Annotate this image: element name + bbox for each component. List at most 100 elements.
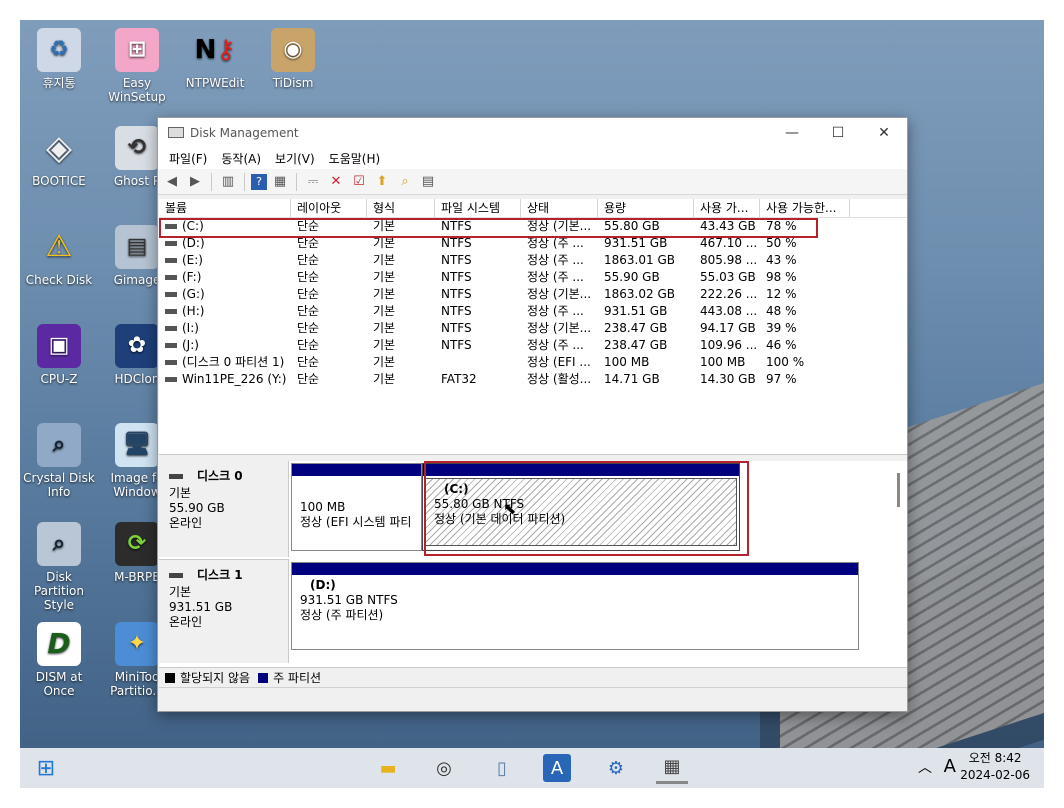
- table-cell: 94.17 GB: [700, 321, 756, 335]
- taskbar-app-a[interactable]: A: [543, 754, 571, 782]
- up-folder-icon[interactable]: ⬆: [372, 172, 392, 192]
- scrollbar-thumb[interactable]: [897, 473, 900, 507]
- table-cell: 109.96 ...: [700, 338, 758, 352]
- disk-0-label[interactable]: 디스크 0 기본 55.90 GB 온라인: [159, 461, 289, 557]
- taskbar-file-explorer[interactable]: ▬: [372, 752, 404, 784]
- forward-arrow-icon[interactable]: ▶: [185, 172, 205, 192]
- menu-help[interactable]: 도움말(H): [322, 150, 388, 167]
- menu-view[interactable]: 보기(V): [268, 150, 322, 167]
- table-row[interactable]: (E:) 단순 기본 NTFS 정상 (주 ... 1863.01 GB 805.98 ..…: [159, 252, 907, 269]
- column-header-capacity[interactable]: 용량: [598, 199, 694, 217]
- primary-swatch: [258, 672, 269, 683]
- partition-efi[interactable]: 100 MB 정상 (EFI 시스템 파티: [291, 463, 422, 551]
- desktop-icon-bootice[interactable]: ◈ BOOTICE: [20, 126, 98, 188]
- table-row[interactable]: Win11PE_226 (Y:) 단순 기본 FAT32 정상 (활성... 14.71 …: [159, 371, 907, 388]
- disk-icon: [169, 573, 183, 578]
- table-cell: 100 %: [766, 355, 805, 369]
- disk-graphical-view: 디스크 0 기본 55.90 GB 온라인 100 MB 정상 (EFI 시스템…: [159, 461, 907, 667]
- table-row[interactable]: (G:) 단순 기본 NTFS 정상 (기본... 1863.02 GB 222.26 ..…: [159, 286, 907, 303]
- desktop-icon-cpu-z[interactable]: ▣ CPU-Z: [20, 324, 98, 386]
- table-cell: 55.90 GB: [604, 270, 660, 284]
- column-header-type[interactable]: 형식: [367, 199, 435, 217]
- gear-icon: ⚙: [607, 757, 625, 779]
- column-header-status[interactable]: 상태: [521, 199, 598, 217]
- table-cell: 정상 (주 ...: [527, 304, 584, 318]
- table-cell: 100 MB: [604, 355, 650, 369]
- table-cell: 단순: [297, 338, 320, 352]
- column-header-free-space[interactable]: 사용 가...: [694, 199, 760, 217]
- properties-pane-icon[interactable]: ▦: [270, 172, 290, 192]
- windows-logo-icon: ⊞: [115, 28, 159, 72]
- settings-pane-icon[interactable]: ▤: [418, 172, 438, 192]
- disk-management-window: Disk Management — ☐ ✕ 파일(F) 동작(A) 보기(V) …: [157, 117, 908, 712]
- table-cell: 단순: [297, 372, 320, 386]
- green-drive-icon: ⟳: [115, 522, 159, 566]
- legend-primary: 주 파티션: [273, 671, 322, 685]
- menu-action[interactable]: 동작(A): [214, 150, 268, 167]
- column-header-percent-free[interactable]: 사용 가능한...: [760, 199, 850, 217]
- disk-management-icon: [168, 127, 184, 138]
- close-button[interactable]: ✕: [861, 118, 907, 147]
- search-folder-icon[interactable]: ⌕: [395, 172, 415, 192]
- table-cell: 정상 (기본...: [527, 287, 592, 301]
- desktop-icon-crystal-disk-info[interactable]: ⌕ Crystal Disk Info: [20, 423, 98, 499]
- table-cell: (G:): [159, 286, 291, 303]
- taskbar-disk-management[interactable]: ▦: [656, 752, 688, 784]
- table-cell: FAT32: [441, 372, 477, 386]
- table-row[interactable]: (F:) 단순 기본 NTFS 정상 (주 ... 55.90 GB 55.03 GB 98 …: [159, 269, 907, 286]
- desktop-icon-dism-at-once[interactable]: D DISM at Once: [20, 622, 98, 698]
- warning-drive-icon: ⚠: [45, 229, 73, 264]
- partition-d[interactable]: (D:) 931.51 GB NTFS 정상 (주 파티션): [291, 562, 859, 650]
- table-cell: 238.47 GB: [604, 338, 668, 352]
- volume-icon: [165, 292, 177, 297]
- table-cell: 97 %: [766, 372, 797, 386]
- ime-indicator[interactable]: A: [944, 756, 956, 777]
- toolbar: ◀ ▶ ▥ ? ▦ ⎓ ✕ ☑ ⬆ ⌕ ▤: [158, 169, 907, 195]
- desktop-icon-tidism[interactable]: ◉ TiDism: [254, 28, 332, 90]
- table-cell: 931.51 GB: [604, 304, 668, 318]
- table-row[interactable]: (디스크 0 파티션 1) 단순 기본 정상 (EFI ... 100 MB 100 MB…: [159, 354, 907, 371]
- computer-icon: 🖥: [115, 423, 159, 467]
- table-row[interactable]: (I:) 단순 기본 NTFS 정상 (기본... 238.47 GB 94.17 GB 39…: [159, 320, 907, 337]
- selected-volume-highlight: [159, 218, 818, 238]
- desktop-icon-recycle-bin[interactable]: ♻ 휴지통: [20, 28, 98, 90]
- show-hide-tree-icon[interactable]: ▥: [218, 172, 238, 192]
- mouse-cursor-icon: ⬉: [503, 499, 517, 518]
- taskbar-app-screenshot[interactable]: ◎: [428, 752, 460, 784]
- column-header-filesystem[interactable]: 파일 시스템: [435, 199, 521, 217]
- taskbar-app-computer[interactable]: ▯: [486, 752, 518, 784]
- desktop-icon-disk-partition-style[interactable]: ⌕ Disk Partition Style: [20, 522, 98, 612]
- table-cell: NTFS: [441, 270, 472, 284]
- title-bar[interactable]: Disk Management — ☐ ✕: [158, 118, 907, 147]
- desktop-icon-ntpwedit[interactable]: N ⚷ NTPWEdit: [176, 28, 254, 90]
- table-cell: NTFS: [441, 287, 472, 301]
- desktop-icon-easy-winsetup[interactable]: ⊞ Easy WinSetup: [98, 28, 176, 104]
- menu-file[interactable]: 파일(F): [162, 150, 214, 167]
- table-cell: 14.30 GB: [700, 372, 756, 386]
- table-row[interactable]: (J:) 단순 기본 NTFS 정상 (주 ... 238.47 GB 109.96 ...…: [159, 337, 907, 354]
- table-cell: 정상 (주 ...: [527, 338, 584, 352]
- clock[interactable]: 오전 8:42 2024-02-06: [960, 750, 1030, 784]
- help-icon[interactable]: ?: [251, 173, 267, 190]
- maximize-button[interactable]: ☐: [815, 118, 861, 147]
- check-icon[interactable]: ☑: [349, 172, 369, 192]
- delete-icon[interactable]: ✕: [326, 172, 346, 192]
- desktop-icon-check-disk[interactable]: ⚠ Check Disk: [20, 225, 98, 288]
- column-header-volume[interactable]: 볼륨: [159, 199, 291, 217]
- disk-name: 디스크 1: [197, 568, 243, 582]
- taskbar-app-gear[interactable]: ⚙: [600, 752, 632, 784]
- back-arrow-icon[interactable]: ◀: [162, 172, 182, 192]
- minimize-button[interactable]: —: [769, 118, 815, 147]
- disk-type: 기본: [169, 486, 192, 500]
- start-button[interactable]: ⊞: [30, 752, 62, 784]
- menu-bar: 파일(F) 동작(A) 보기(V) 도움말(H): [158, 147, 907, 169]
- disk-1-label[interactable]: 디스크 1 기본 931.51 GB 온라인: [159, 559, 289, 663]
- table-cell: 단순: [297, 253, 320, 267]
- column-header-layout[interactable]: 레이아웃: [291, 199, 367, 217]
- connect-disk-icon[interactable]: ⎓: [303, 172, 323, 192]
- volume-list-header: 볼륨 레이아웃 형식 파일 시스템 상태 용량 사용 가... 사용 가능한..…: [159, 199, 907, 218]
- table-cell: 기본: [373, 270, 396, 284]
- table-row[interactable]: (H:) 단순 기본 NTFS 정상 (주 ... 931.51 GB 443.08 ...…: [159, 303, 907, 320]
- window-title: Disk Management: [190, 125, 299, 140]
- chevron-up-icon[interactable]: ︿: [918, 757, 932, 777]
